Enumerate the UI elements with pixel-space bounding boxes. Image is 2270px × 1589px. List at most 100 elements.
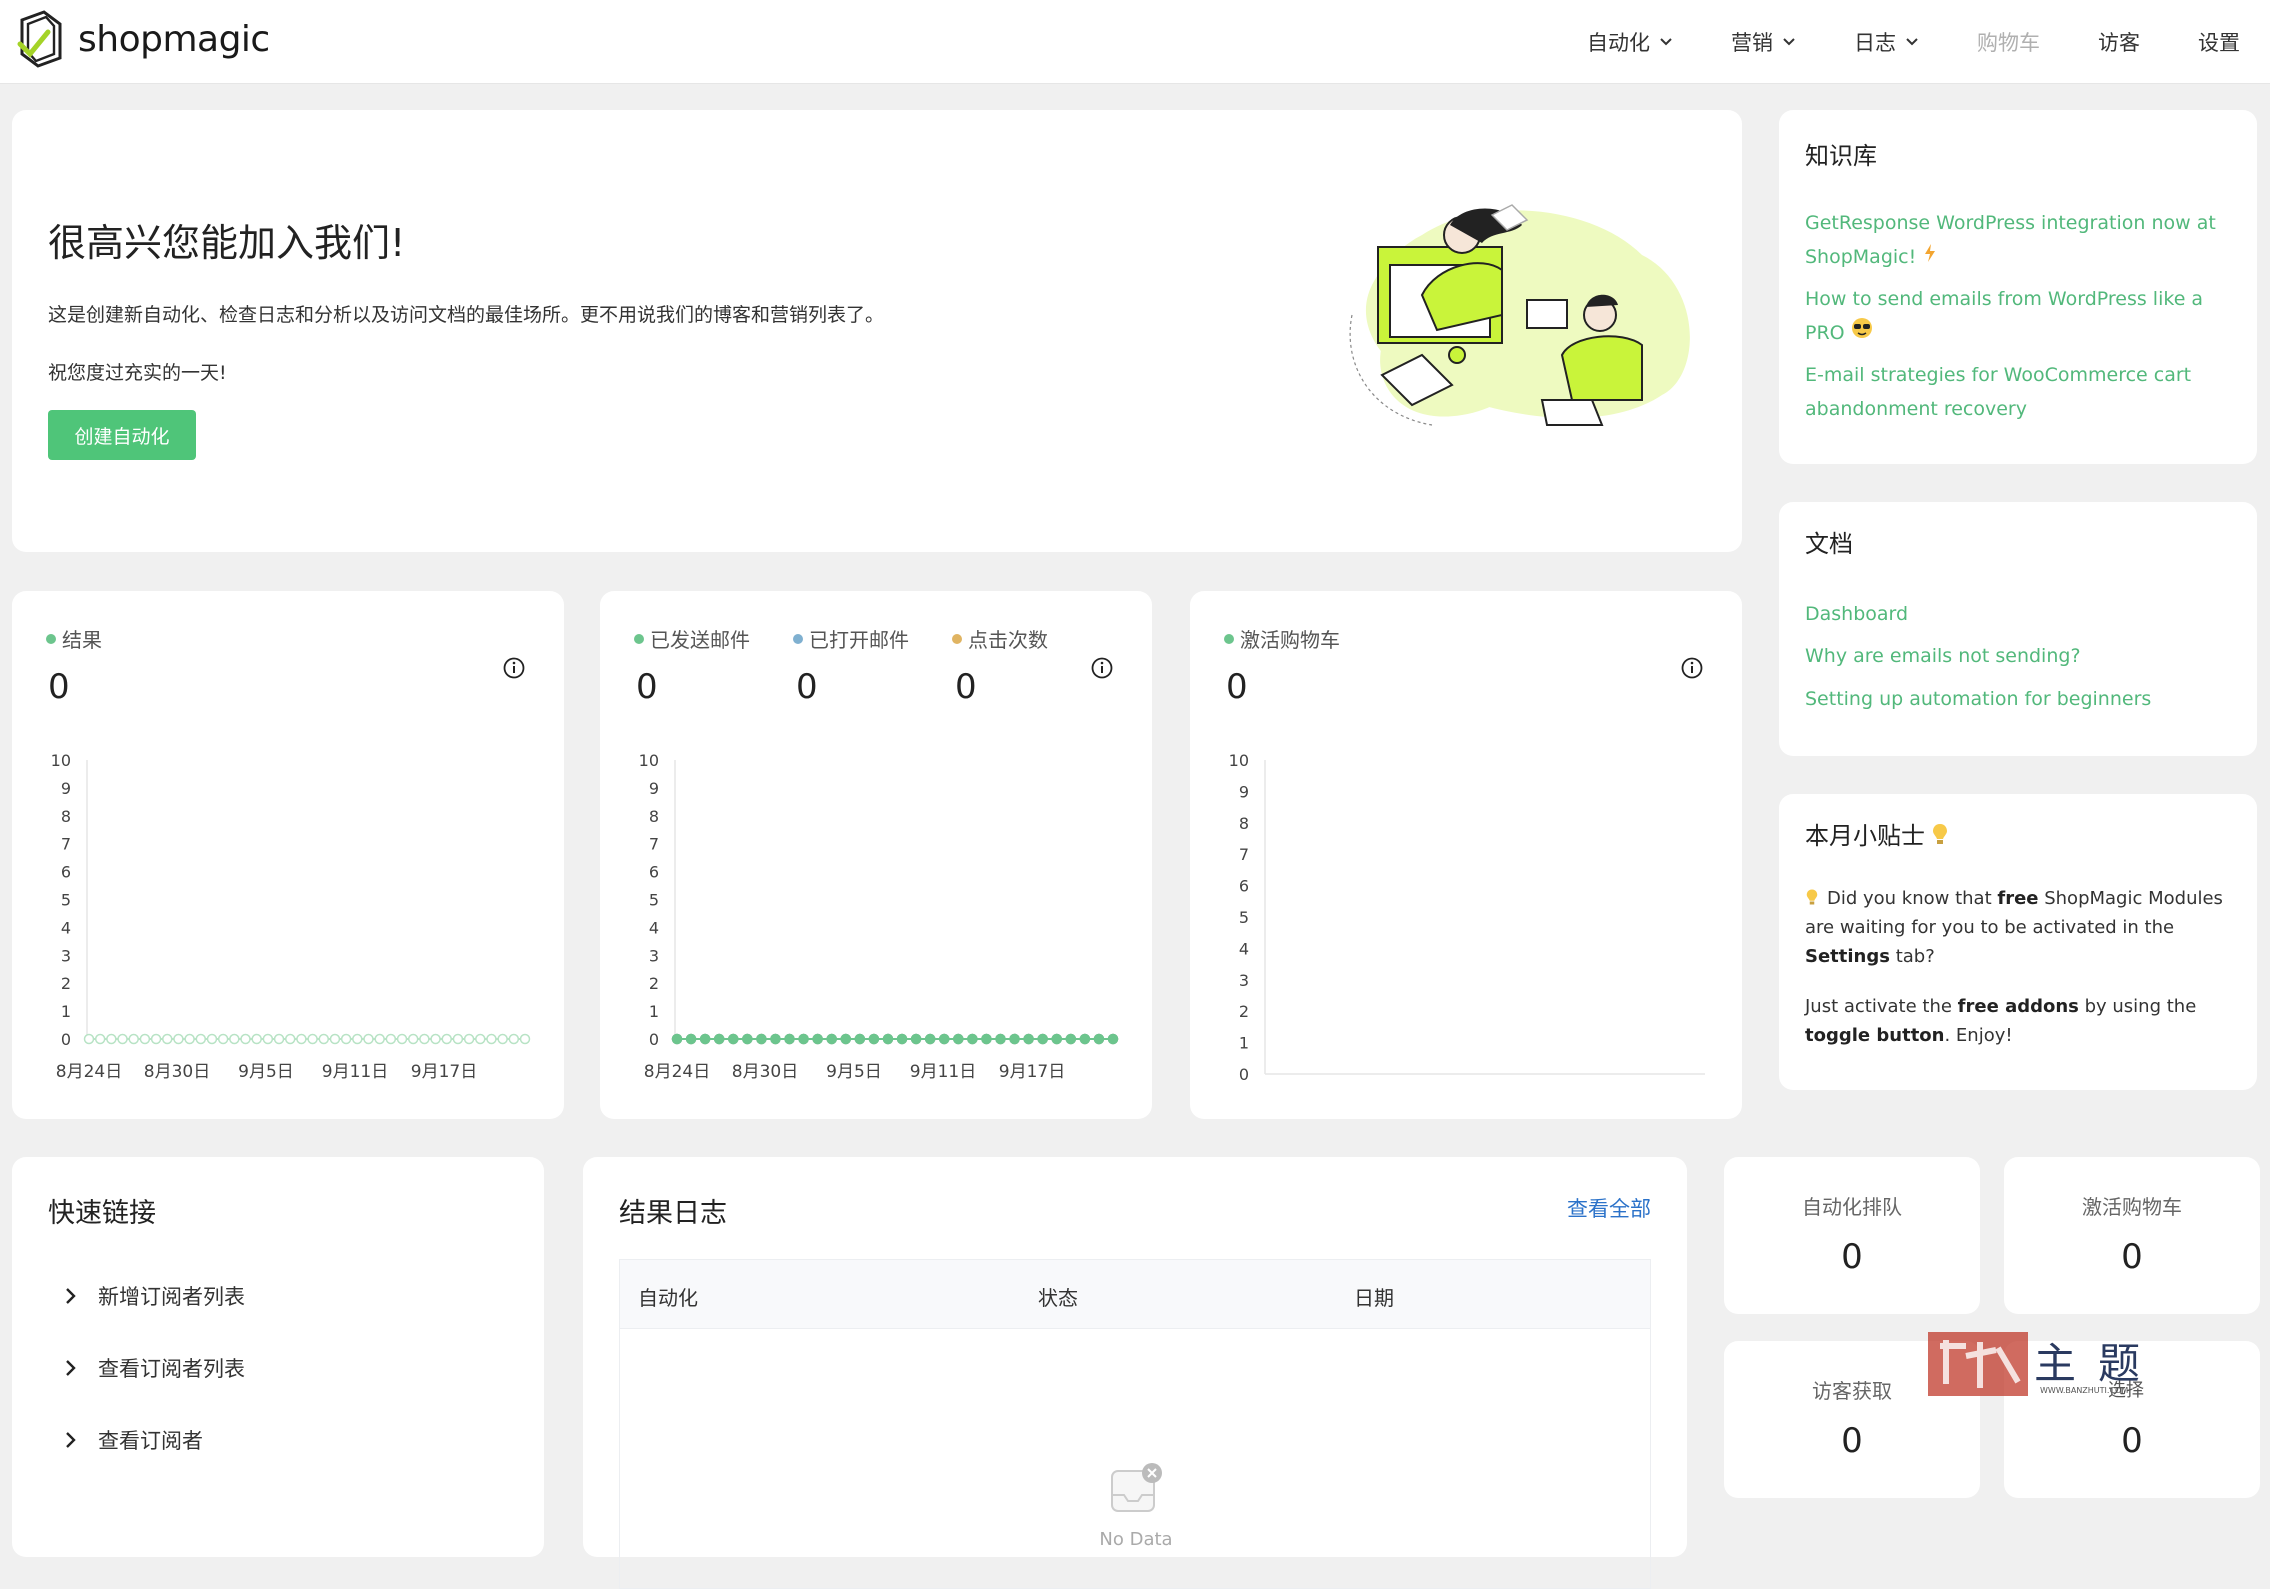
y-tick-label: 5 bbox=[649, 891, 659, 910]
data-point bbox=[486, 1033, 497, 1045]
data-point bbox=[441, 1033, 452, 1045]
data-point bbox=[798, 1033, 809, 1045]
data-point bbox=[728, 1033, 739, 1045]
data-point bbox=[229, 1033, 240, 1045]
lightbulb-icon bbox=[1933, 823, 1947, 844]
watermark-seal-icon bbox=[1928, 1332, 2028, 1396]
data-point bbox=[1079, 1033, 1091, 1045]
y-tick-label: 0 bbox=[1239, 1065, 1249, 1084]
tips-paragraph-2: Just activate the free addons by using t… bbox=[1805, 992, 2245, 1050]
nav-carts[interactable]: 购物车 bbox=[1977, 27, 2040, 57]
data-point bbox=[463, 1033, 475, 1045]
stat-value: 0 bbox=[2121, 1237, 2143, 1277]
y-tick-label: 5 bbox=[61, 891, 71, 910]
nav-logs[interactable]: 日志 bbox=[1854, 27, 1919, 57]
y-tick-label: 2 bbox=[61, 974, 71, 993]
data-point bbox=[812, 1033, 823, 1045]
y-tick-label: 7 bbox=[1239, 845, 1249, 864]
nav-settings[interactable]: 设置 bbox=[2198, 27, 2240, 57]
log-table-header: 自动化 状态 日期 bbox=[619, 1259, 1651, 1329]
docs-link-emails-not-sending[interactable]: Why are emails not sending? bbox=[1805, 639, 2235, 673]
data-point bbox=[882, 1033, 894, 1045]
data-point bbox=[1037, 1033, 1048, 1045]
data-point bbox=[407, 1033, 419, 1045]
data-point bbox=[240, 1033, 251, 1045]
y-tick-label: 8 bbox=[649, 807, 659, 826]
tips-text: Did you know that bbox=[1827, 888, 1998, 909]
y-tick-label: 3 bbox=[1239, 971, 1249, 990]
data-point bbox=[117, 1033, 128, 1045]
results-line-chart: 0 1 2 3 4 5 6 7 8 9 10 8月24日 8月30日 9月5日 9月11日 9月17日 bbox=[51, 751, 531, 1082]
y-tick-label: 1 bbox=[649, 1002, 659, 1021]
knowledge-link-cart-recovery[interactable]: E-mail strategies for WooCommerce cart a… bbox=[1805, 358, 2235, 426]
quick-links-card: 快速链接 新增订阅者列表 查看订阅者列表 查看订阅者 bbox=[12, 1157, 544, 1557]
y-tick-label: 2 bbox=[1239, 1002, 1249, 1021]
column-status[interactable]: 状态 bbox=[1038, 1282, 1078, 1311]
column-date[interactable]: 日期 bbox=[1354, 1282, 1394, 1311]
data-point bbox=[340, 1033, 352, 1045]
tips-card: 本月小贴士 Did you know that free ShopMagic M… bbox=[1779, 794, 2257, 1090]
data-point bbox=[184, 1033, 195, 1045]
data-point bbox=[868, 1033, 880, 1045]
knowledge-title: 知识库 bbox=[1805, 142, 1877, 170]
stat-automation-queue: 自动化排队 0 bbox=[1724, 1157, 1980, 1314]
results-log-title: 结果日志 bbox=[619, 1198, 727, 1229]
docs-link-setup-automation[interactable]: Setting up automation for beginners bbox=[1805, 682, 2235, 716]
data-point bbox=[826, 1033, 837, 1045]
quick-link-label: 新增订阅者列表 bbox=[98, 1285, 245, 1309]
chevron-right-icon bbox=[66, 1432, 76, 1448]
quick-link-view-subscriber-lists[interactable]: 查看订阅者列表 bbox=[64, 1353, 245, 1383]
data-point bbox=[756, 1033, 767, 1045]
data-point bbox=[1093, 1033, 1105, 1045]
stat-label: 自动化排队 bbox=[1802, 1195, 1902, 1219]
y-tick-label: 1 bbox=[1239, 1034, 1249, 1053]
data-point bbox=[262, 1033, 274, 1045]
quick-link-view-subscribers[interactable]: 查看订阅者 bbox=[64, 1425, 203, 1455]
data-point bbox=[1107, 1033, 1119, 1045]
view-all-link[interactable]: 查看全部 bbox=[1567, 1193, 1651, 1223]
data-point bbox=[910, 1033, 922, 1045]
knowledge-link-getresponse[interactable]: GetResponse WordPress integration now at… bbox=[1805, 206, 2235, 274]
chevron-down-icon bbox=[1906, 38, 1918, 46]
data-point bbox=[352, 1033, 363, 1045]
x-tick-label: 9月5日 bbox=[826, 1062, 882, 1082]
data-point bbox=[497, 1033, 508, 1045]
nav-marketing-label: 营销 bbox=[1731, 31, 1773, 55]
data-point bbox=[363, 1033, 374, 1045]
nav-guests[interactable]: 访客 bbox=[2098, 27, 2140, 57]
logo[interactable]: shopmagic bbox=[14, 8, 270, 70]
column-automation[interactable]: 自动化 bbox=[638, 1282, 698, 1311]
no-data-text: No Data bbox=[1099, 1529, 1173, 1550]
data-point bbox=[106, 1033, 117, 1045]
data-point bbox=[150, 1033, 162, 1045]
welcome-greeting: 祝您度过充实的一天! bbox=[48, 362, 227, 384]
quick-link-new-subscriber-list[interactable]: 新增订阅者列表 bbox=[64, 1281, 245, 1311]
x-tick-label: 9月11日 bbox=[322, 1062, 388, 1082]
x-tick-label: 8月24日 bbox=[644, 1062, 710, 1082]
data-point bbox=[924, 1033, 936, 1045]
shopmagic-logo-icon bbox=[17, 10, 62, 68]
data-point bbox=[840, 1033, 852, 1045]
results-chart-card: 结果 0 0 1 2 3 4 5 6 7 8 9 10 8月24日 8月30日 9月5日 9月11日 9月17… bbox=[12, 591, 564, 1119]
watermark-extra: 选择 bbox=[2108, 1380, 2144, 1401]
x-tick-label: 9月17日 bbox=[411, 1062, 477, 1082]
data-point bbox=[953, 1033, 964, 1045]
y-tick-label: 4 bbox=[1239, 939, 1249, 958]
data-point bbox=[475, 1033, 486, 1045]
lightbulb-icon bbox=[1806, 889, 1818, 905]
y-tick-label: 7 bbox=[649, 835, 659, 854]
data-point bbox=[967, 1033, 978, 1045]
create-automation-button[interactable]: 创建自动化 bbox=[48, 410, 196, 460]
tips-bold: free bbox=[1997, 888, 2039, 909]
x-tick-label: 9月17日 bbox=[999, 1062, 1065, 1082]
x-tick-label: 8月30日 bbox=[144, 1062, 210, 1082]
y-tick-label: 7 bbox=[61, 835, 71, 854]
knowledge-card: 知识库 GetResponse WordPress integration no… bbox=[1779, 110, 2257, 464]
x-tick-label: 8月30日 bbox=[732, 1062, 798, 1082]
docs-link-dashboard[interactable]: Dashboard bbox=[1805, 597, 2235, 631]
nav-automation[interactable]: 自动化 bbox=[1587, 27, 1673, 57]
welcome-illustration bbox=[1349, 204, 1690, 426]
nav-marketing[interactable]: 营销 bbox=[1731, 27, 1796, 57]
data-point bbox=[519, 1033, 531, 1045]
knowledge-link-send-emails[interactable]: How to send emails from WordPress like a… bbox=[1805, 282, 2235, 350]
